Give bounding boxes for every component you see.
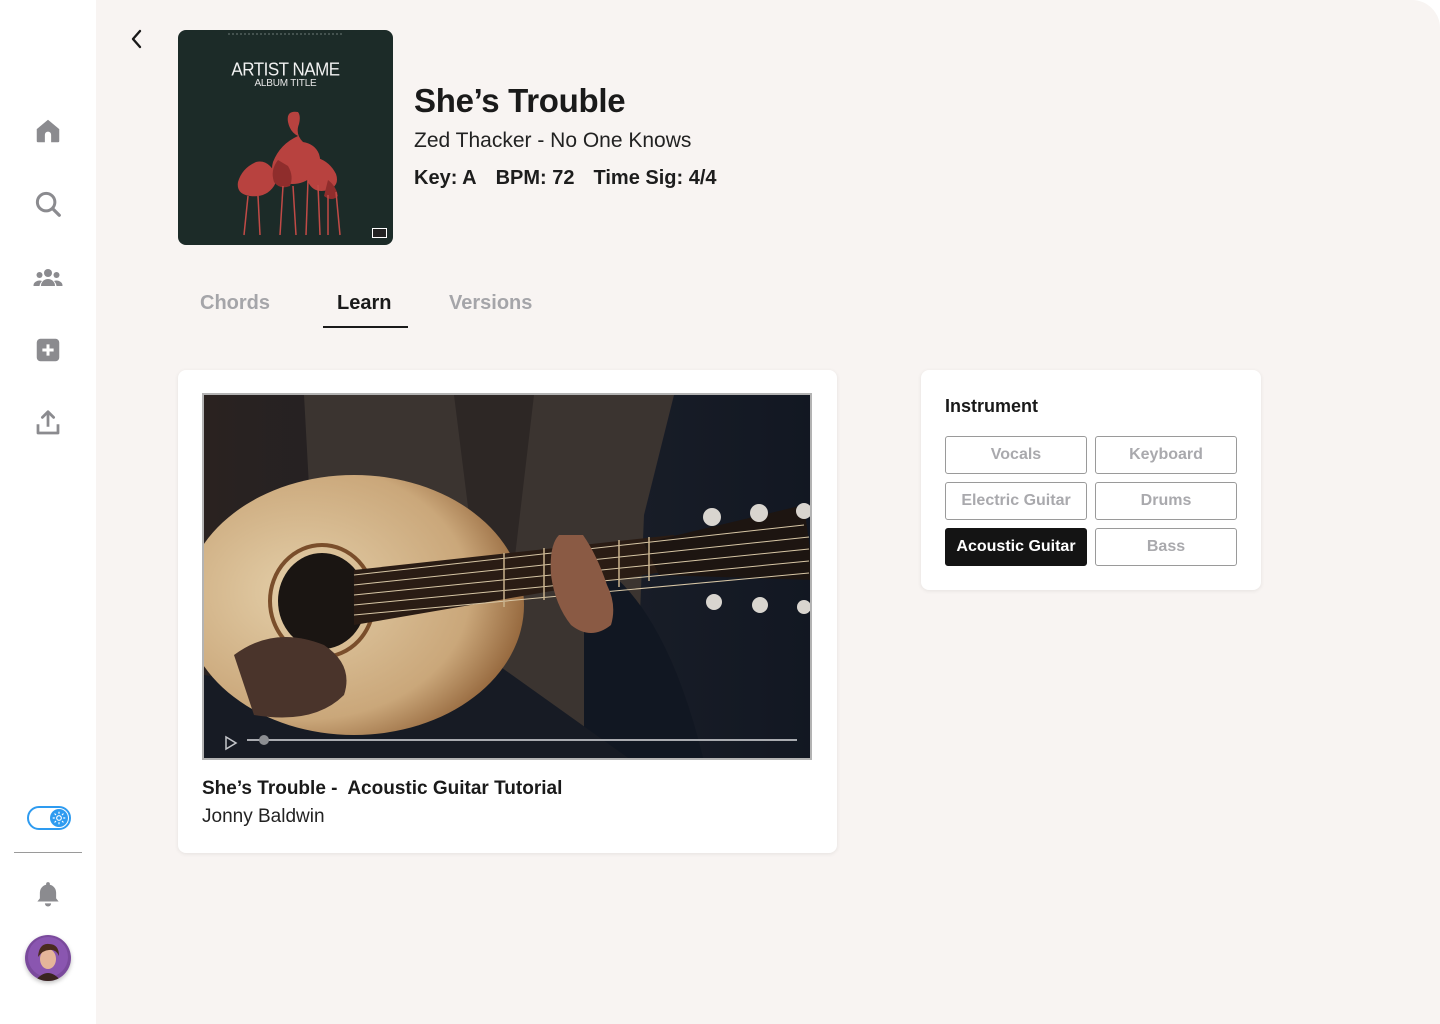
sun-icon	[50, 809, 68, 827]
avatar[interactable]	[25, 935, 71, 981]
theme-toggle[interactable]	[27, 806, 71, 830]
play-button[interactable]	[222, 733, 238, 749]
sidebar	[0, 0, 96, 1024]
instrument-vocals-button[interactable]: Vocals	[945, 436, 1087, 474]
add-icon[interactable]	[30, 332, 66, 368]
guitar-video-frame	[204, 395, 810, 758]
search-icon[interactable]	[30, 186, 66, 222]
instrument-keyboard-button[interactable]: Keyboard	[1095, 436, 1237, 474]
instrument-drums-button[interactable]: Drums	[1095, 482, 1237, 520]
community-icon[interactable]	[30, 260, 66, 296]
back-button[interactable]	[126, 26, 146, 52]
album-cover: ARTIST NAME ALBUM TITLE	[178, 30, 393, 245]
song-meta: Key: A BPM: 72 Time Sig: 4/4	[414, 167, 717, 190]
video-card: She’s Trouble - Acoustic Guitar Tutorial…	[178, 370, 837, 853]
upload-icon[interactable]	[30, 405, 66, 441]
instrument-bass-button[interactable]: Bass	[1095, 528, 1237, 566]
instrument-heading: Instrument	[945, 396, 1039, 416]
sidebar-divider	[14, 852, 82, 853]
song-artist-album: Zed Thacker - No One Knows	[414, 129, 692, 152]
song-title: She’s Trouble	[414, 82, 626, 119]
tab-learn[interactable]: Learn	[337, 292, 391, 315]
song-time-sig: Time Sig: 4/4	[593, 167, 717, 189]
video-progress-bar[interactable]	[247, 735, 797, 745]
tab-chords[interactable]: Chords	[200, 292, 270, 315]
instrument-card: Instrument Vocals Keyboard Electric Guit…	[921, 370, 1261, 590]
chevron-left-icon	[131, 29, 142, 49]
tab-versions[interactable]: Versions	[449, 292, 532, 315]
song-key: Key: A	[414, 167, 477, 189]
flamingo-artwork	[228, 33, 387, 238]
video-player[interactable]	[202, 393, 812, 760]
active-tab-indicator	[323, 326, 408, 328]
video-progress-knob[interactable]	[258, 735, 269, 745]
bell-icon[interactable]	[30, 876, 66, 912]
instrument-electric-guitar-button[interactable]: Electric Guitar	[945, 482, 1087, 520]
video-author: Jonny Baldwin	[202, 806, 325, 827]
instrument-acoustic-guitar-button[interactable]: Acoustic Guitar	[945, 528, 1087, 566]
song-bpm: BPM: 72	[495, 167, 575, 189]
home-icon[interactable]	[30, 113, 66, 149]
video-title: She’s Trouble - Acoustic Guitar Tutorial	[202, 778, 563, 799]
